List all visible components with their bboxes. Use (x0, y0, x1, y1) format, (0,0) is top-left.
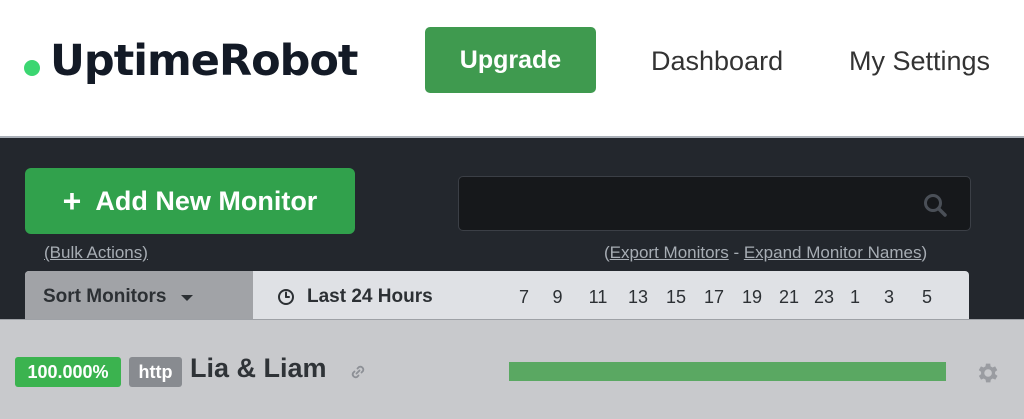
hour-label: 13 (627, 286, 649, 307)
logo[interactable]: UptimeRobot (24, 36, 358, 86)
hour-label: 17 (703, 286, 725, 307)
hour-labels: 7 9 11 13 15 17 19 21 23 1 3 5 (510, 271, 945, 323)
expand-monitor-names-link[interactable]: Expand Monitor Names (744, 243, 922, 262)
sort-monitors-dropdown[interactable]: Sort Monitors (25, 271, 253, 323)
nav-dashboard-link[interactable]: Dashboard (651, 46, 783, 77)
hour-label: 7 (518, 286, 529, 307)
search-icon[interactable] (922, 192, 948, 218)
plus-icon: + (62, 183, 82, 219)
hour-label: 15 (665, 286, 687, 307)
caret-down-icon (180, 295, 193, 301)
top-header: UptimeRobot Upgrade Dashboard My Setting… (0, 0, 1024, 136)
search-input[interactable] (459, 177, 970, 230)
monitor-type-badge: http (129, 357, 182, 387)
export-monitors-link[interactable]: Export Monitors (610, 243, 729, 262)
monitor-name[interactable]: Lia & Liam (190, 353, 327, 384)
hour-label: 19 (741, 286, 763, 307)
hour-label: 23 (813, 286, 835, 307)
uptime-bar (509, 362, 946, 381)
hour-label: 11 (588, 286, 608, 307)
clock-icon (278, 289, 294, 305)
add-new-monitor-button[interactable]: + Add New Monitor (25, 168, 355, 234)
hour-label: 1 (849, 286, 860, 307)
logo-text: UptimeRobot (50, 36, 358, 86)
nav-settings-link[interactable]: My Settings (849, 46, 990, 77)
uptime-percentage-badge: 100.000% (15, 357, 121, 387)
sort-bar: Sort Monitors Last 24 Hours 7 9 11 13 15… (25, 271, 969, 323)
add-new-monitor-label: Add New Monitor (95, 185, 318, 216)
upgrade-button[interactable]: Upgrade (425, 27, 596, 93)
hour-label: 3 (883, 286, 894, 307)
hour-label: 21 (778, 286, 800, 307)
search-box[interactable] (458, 176, 971, 231)
gear-icon[interactable] (974, 360, 1000, 386)
bulk-actions-link[interactable]: (Bulk Actions) (44, 243, 148, 263)
time-range-selector[interactable]: Last 24 Hours (277, 271, 433, 323)
time-range-label: Last 24 Hours (307, 286, 433, 307)
hour-label: 5 (921, 286, 932, 307)
export-expand-links: (Export Monitors - Expand Monitor Names) (604, 243, 928, 262)
link-icon[interactable] (349, 363, 367, 381)
hour-label: 9 (552, 286, 563, 307)
bulk-actions-text[interactable]: (Bulk Actions) (44, 243, 148, 262)
monitor-row[interactable]: 100.000% http Lia & Liam (0, 319, 1024, 419)
sort-monitors-label: Sort Monitors (43, 286, 167, 307)
logo-dot-icon (24, 60, 40, 76)
link-separator: - (728, 243, 744, 262)
